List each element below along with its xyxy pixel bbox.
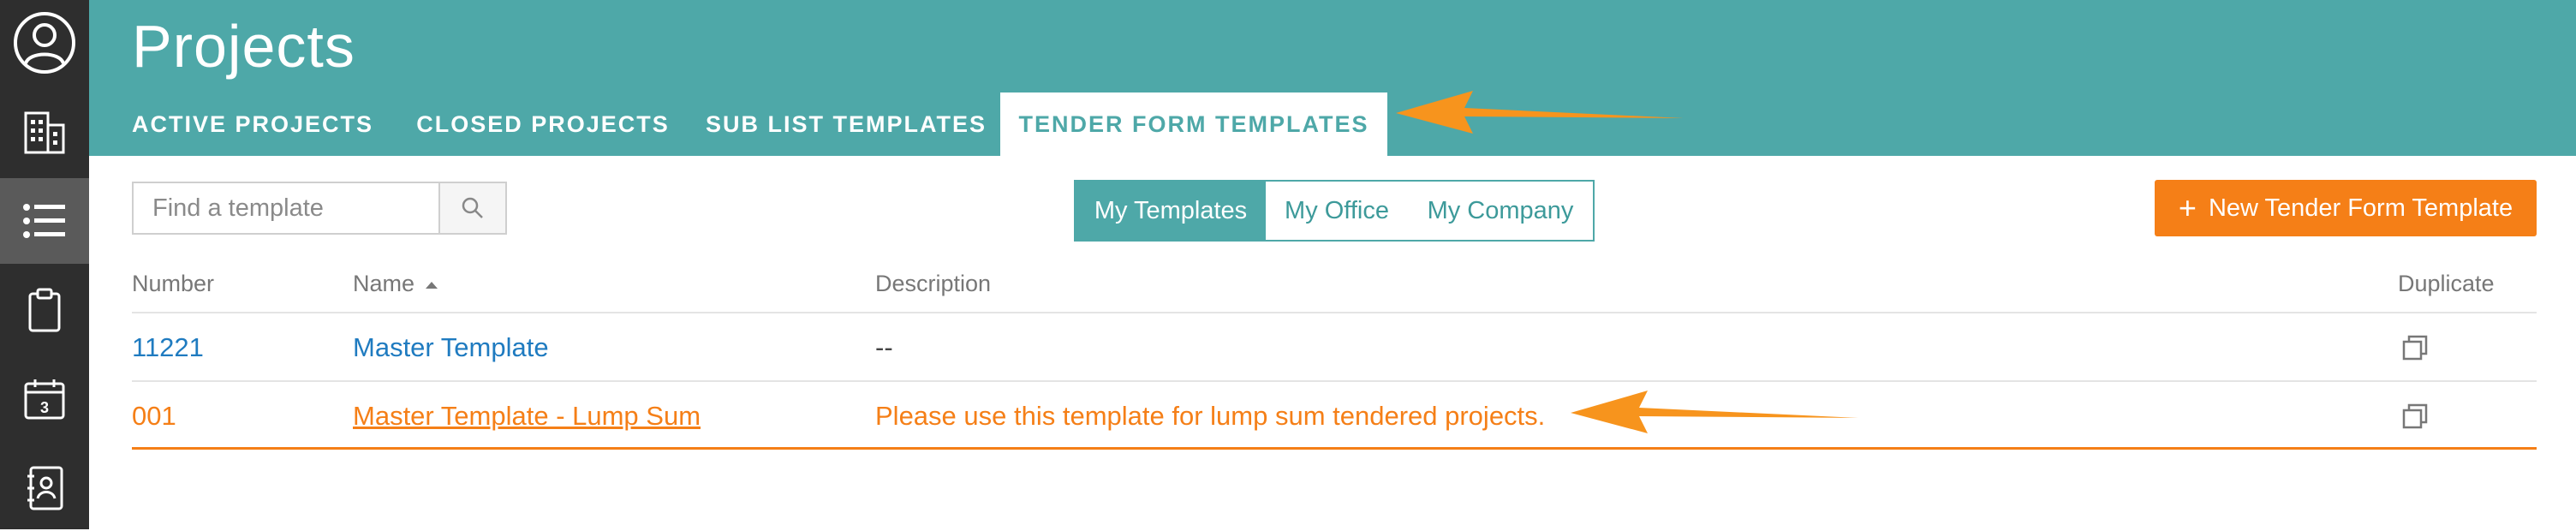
new-tender-form-template-button[interactable]: + New Tender Form Template (2155, 180, 2537, 236)
row-2-number[interactable]: 001 (132, 401, 176, 432)
list-icon (23, 204, 65, 238)
duplicate-icon[interactable] (2401, 334, 2430, 363)
annotation-arrow-tab (1396, 91, 1684, 134)
page-title: Projects (132, 13, 355, 80)
nav-calendar-button[interactable]: 3 (0, 356, 89, 442)
building-icon (24, 111, 65, 154)
row-1-description: -- (875, 332, 893, 362)
sort-ascending-icon (426, 281, 438, 289)
tab-tender-form-templates[interactable]: TENDER FORM TEMPLATES (1000, 92, 1387, 156)
table-row-divider (132, 380, 2537, 382)
nav-directory-button[interactable] (0, 445, 89, 531)
row-1-name[interactable]: Master Template (353, 332, 549, 363)
nav-tasks-button[interactable] (0, 267, 89, 353)
column-header-duplicate: Duplicate (2398, 271, 2495, 296)
side-nav: 3 (0, 0, 89, 529)
table-header-divider (132, 312, 2537, 313)
plus-icon: + (2178, 190, 2197, 225)
filter-my-company[interactable]: My Company (1408, 180, 1595, 242)
clipboard-icon (28, 288, 61, 332)
nav-companies-button[interactable] (0, 89, 89, 175)
calendar-day-number: 3 (40, 399, 49, 416)
column-header-description: Description (875, 271, 992, 296)
tab-sub-list-templates[interactable]: SUB LIST TEMPLATES (699, 92, 993, 156)
calendar-icon: 3 (24, 379, 65, 420)
address-book-icon (27, 466, 63, 510)
annotation-arrow-description (1571, 391, 1858, 433)
nav-profile-button[interactable] (0, 0, 89, 86)
row-1-number[interactable]: 11221 (132, 332, 204, 363)
page-header: Projects ACTIVE PROJECTS CLOSED PROJECTS… (89, 0, 2576, 156)
row-2-name[interactable]: Master Template - Lump Sum (353, 401, 701, 432)
column-header-name[interactable]: Name (353, 271, 438, 297)
user-icon (14, 12, 75, 74)
tab-closed-projects[interactable]: CLOSED PROJECTS (414, 92, 671, 156)
row-2-description: Please use this template for lump sum te… (875, 401, 1546, 431)
filter-my-office[interactable]: My Office (1266, 180, 1410, 242)
search-button[interactable] (438, 182, 507, 235)
column-header-name-label: Name (353, 271, 415, 296)
new-button-label: New Tender Form Template (2208, 194, 2513, 222)
table-row-divider-highlighted (132, 447, 2537, 450)
nav-projects-button[interactable] (0, 178, 89, 264)
column-header-number[interactable]: Number (132, 271, 214, 297)
search-input[interactable] (132, 182, 438, 235)
duplicate-icon[interactable] (2401, 403, 2430, 432)
tab-active-projects[interactable]: ACTIVE PROJECTS (132, 92, 373, 156)
search-icon (462, 197, 483, 218)
filter-my-templates[interactable]: My Templates (1074, 180, 1267, 242)
